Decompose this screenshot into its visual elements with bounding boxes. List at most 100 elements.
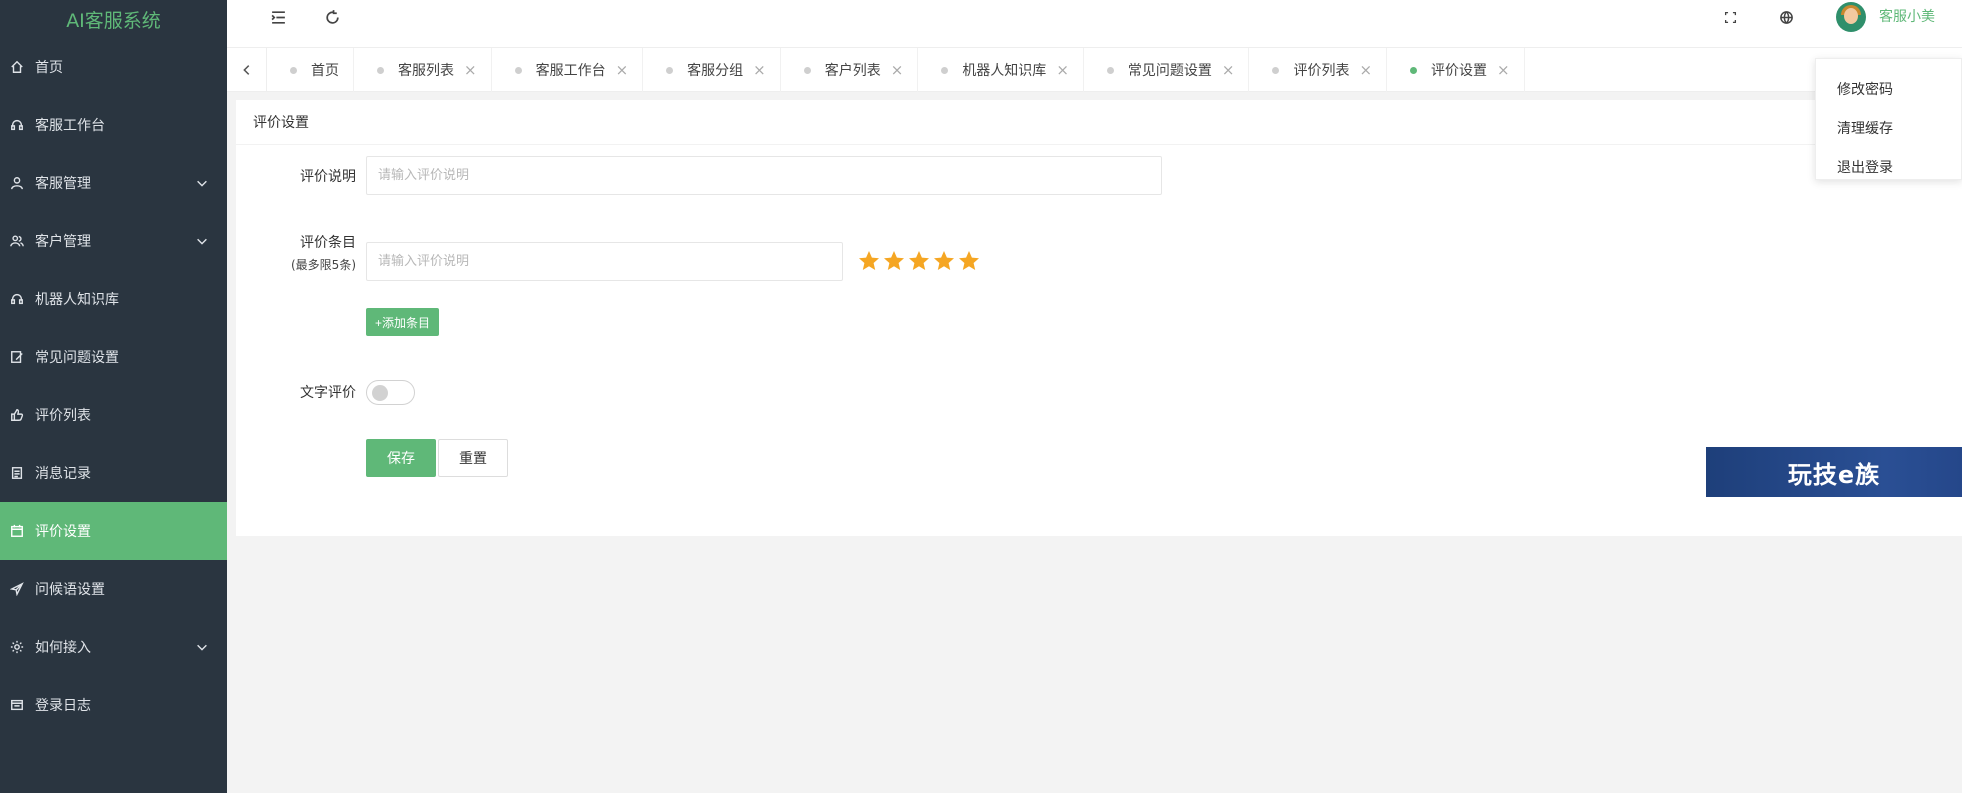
sidebar-item-label: 机器人知识库 <box>35 292 119 308</box>
review-settings-card: 评价设置 评价说明 评价条目 (最多限5条) +添加条目 文字评价 保存 重置 <box>236 100 1962 536</box>
chevron-down-icon <box>195 234 209 248</box>
sidebar-item-greeting-settings[interactable]: 问候语设置 <box>0 560 227 618</box>
tab-label: 评价列表 <box>1293 63 1350 79</box>
close-icon[interactable]: × <box>464 61 477 79</box>
tab-dot <box>377 66 384 74</box>
text-review-toggle[interactable] <box>366 380 415 405</box>
review-items-label-text: 评价条目 <box>300 235 356 251</box>
calendar-icon <box>8 522 26 540</box>
star-icon[interactable] <box>857 249 882 274</box>
top-header: 客服小美 <box>227 0 1962 48</box>
sidebar-menu: 首页 客服工作台 客服管理 客户管理 机器人知识库 常见问题设置 评价列表 消息… <box>0 38 227 734</box>
username[interactable]: 客服小美 <box>1879 6 1935 26</box>
close-icon[interactable]: × <box>1056 61 1069 79</box>
tab-faq-settings[interactable]: 常见问题设置 × <box>1084 48 1250 92</box>
logout-item[interactable]: 退出登录 <box>1816 147 1961 186</box>
window-icon <box>8 696 26 714</box>
tab-dot <box>666 66 674 74</box>
headset-icon <box>8 116 26 134</box>
user-icon <box>8 174 26 192</box>
star-icon[interactable] <box>907 249 932 274</box>
home-icon <box>8 58 26 76</box>
review-items-label: 评价条目 (最多限5条) <box>236 232 356 273</box>
sidebar-item-faq-settings[interactable]: 常见问题设置 <box>0 328 227 386</box>
close-icon[interactable]: × <box>753 61 766 79</box>
sidebar-item-label: 客服工作台 <box>35 118 105 134</box>
sidebar-item-message-records[interactable]: 消息记录 <box>0 444 227 502</box>
sidebar-item-label: 评价设置 <box>35 524 91 540</box>
star-icon[interactable] <box>957 249 982 274</box>
tab-label: 客户列表 <box>824 63 881 79</box>
tab-list: 首页 客服列表 × 客服工作台 × 客服分组 × 客户列表 × 机器人知识库 × <box>267 48 1525 92</box>
tab-label: 客服列表 <box>398 63 454 79</box>
users-icon <box>8 232 26 250</box>
tab-review-settings[interactable]: 评价设置 × <box>1387 48 1525 92</box>
gear-icon <box>8 638 26 656</box>
tab-robot-knowledge[interactable]: 机器人知识库 × <box>918 48 1084 92</box>
refresh-icon[interactable] <box>321 6 343 28</box>
app-logo: AI客服系统 <box>66 9 161 32</box>
sidebar-item-customer-management[interactable]: 客户管理 <box>0 212 227 270</box>
tab-agent-workbench[interactable]: 客服工作台 × <box>492 48 644 92</box>
close-icon[interactable]: × <box>1497 61 1510 79</box>
sidebar: AI客服系统 首页 客服工作台 客服管理 客户管理 机器人知识库 常见问题设置 <box>0 0 227 793</box>
change-password-item[interactable]: 修改密码 <box>1816 69 1961 108</box>
tab-bar: 首页 客服列表 × 客服工作台 × 客服分组 × 客户列表 × 机器人知识库 × <box>227 48 1962 92</box>
tab-dot <box>1272 66 1280 74</box>
review-description-input[interactable] <box>366 156 1162 195</box>
sidebar-item-how-to-integrate[interactable]: 如何接入 <box>0 618 227 676</box>
watermark-logo: 玩技e族 <box>1706 447 1962 497</box>
sidebar-item-login-log[interactable]: 登录日志 <box>0 676 227 734</box>
globe-icon[interactable] <box>1775 6 1797 28</box>
clear-cache-item[interactable]: 清理缓存 <box>1816 108 1961 147</box>
tab-agent-groups[interactable]: 客服分组 × <box>643 48 781 92</box>
sidebar-item-label: 客服管理 <box>35 176 91 192</box>
star-icon[interactable] <box>932 249 957 274</box>
close-icon[interactable]: × <box>891 61 904 79</box>
star-icon[interactable] <box>882 249 907 274</box>
review-item-input[interactable] <box>366 242 843 281</box>
close-icon[interactable]: × <box>616 61 629 79</box>
sidebar-item-label: 客户管理 <box>35 234 91 250</box>
send-icon <box>8 580 26 598</box>
reset-button[interactable]: 重置 <box>438 439 508 477</box>
text-review-label: 文字评价 <box>300 385 356 401</box>
avatar[interactable] <box>1836 2 1866 32</box>
toggle-knob <box>372 385 388 401</box>
tab-label: 常见问题设置 <box>1127 63 1212 79</box>
edit-icon <box>8 348 26 366</box>
tab-home[interactable]: 首页 <box>267 48 354 92</box>
sidebar-item-label: 如何接入 <box>35 640 91 656</box>
add-item-button[interactable]: +添加条目 <box>366 308 440 336</box>
tab-agent-list[interactable]: 客服列表 × <box>354 48 492 92</box>
close-icon[interactable]: × <box>1359 61 1372 79</box>
tab-dot <box>803 66 811 74</box>
save-button[interactable]: 保存 <box>366 439 436 477</box>
tab-dot <box>1410 66 1418 74</box>
sidebar-item-agent-management[interactable]: 客服管理 <box>0 154 227 212</box>
tab-label: 机器人知识库 <box>962 63 1047 79</box>
chevron-down-icon <box>195 640 209 654</box>
sidebar-item-agent-workbench[interactable]: 客服工作台 <box>0 96 227 154</box>
tab-label: 客服分组 <box>687 63 744 79</box>
tab-label: 首页 <box>311 63 339 79</box>
sidebar-item-review-list[interactable]: 评价列表 <box>0 386 227 444</box>
menu-toggle-icon[interactable] <box>267 6 289 28</box>
tab-customer-list[interactable]: 客户列表 × <box>781 48 919 92</box>
tab-scroll-left-icon[interactable] <box>227 48 267 92</box>
sidebar-item-robot-knowledge[interactable]: 机器人知识库 <box>0 270 227 328</box>
sidebar-item-label: 问候语设置 <box>35 582 105 598</box>
user-dropdown-menu: 修改密码 清理缓存 退出登录 <box>1815 58 1962 180</box>
review-description-label: 评价说明 <box>300 169 356 185</box>
tab-review-list[interactable]: 评价列表 × <box>1249 48 1388 92</box>
close-icon[interactable]: × <box>1222 61 1235 79</box>
tab-dot <box>514 66 522 74</box>
star-rating[interactable] <box>857 249 982 274</box>
chevron-down-icon <box>195 176 209 190</box>
thumb-up-icon <box>8 406 26 424</box>
sidebar-item-review-settings[interactable]: 评价设置 <box>0 502 227 560</box>
sidebar-item-home[interactable]: 首页 <box>0 38 227 96</box>
headset-icon <box>8 290 26 308</box>
document-icon <box>8 464 26 482</box>
fullscreen-icon[interactable] <box>1719 6 1741 28</box>
